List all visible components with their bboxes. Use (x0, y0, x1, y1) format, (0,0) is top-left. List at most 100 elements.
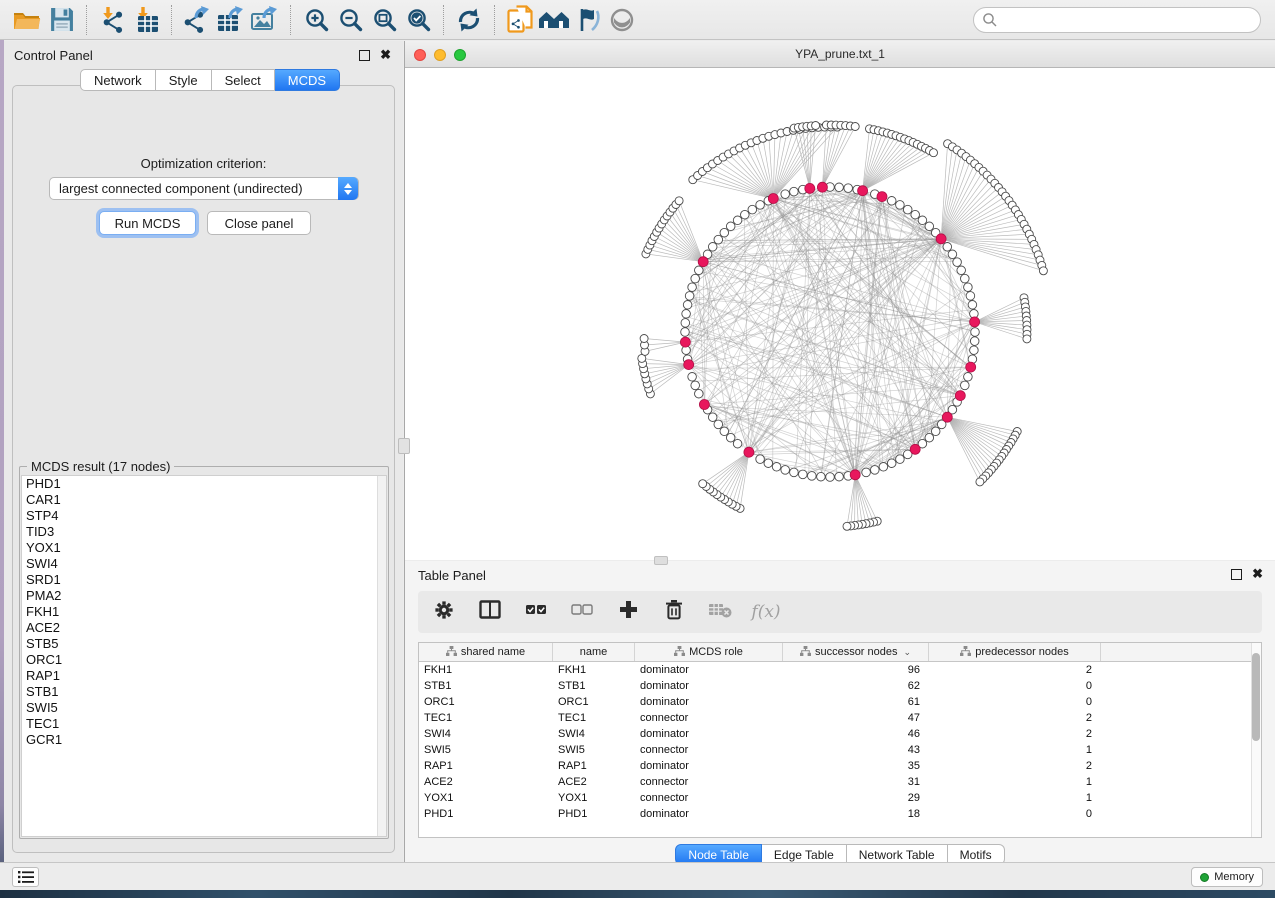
ring-node[interactable] (964, 283, 973, 292)
network-canvas[interactable] (405, 68, 1275, 560)
ring-node[interactable] (925, 222, 934, 231)
ring-node[interactable] (708, 243, 717, 252)
mcds-hub-node[interactable] (684, 360, 694, 370)
leaf-node[interactable] (976, 478, 984, 486)
ring-node[interactable] (835, 183, 844, 192)
mcds-result-item[interactable]: ORC1 (22, 652, 386, 668)
mcds-hub-node[interactable] (817, 182, 827, 192)
mcds-hub-node[interactable] (699, 400, 709, 410)
mcds-result-item[interactable]: STB1 (22, 684, 386, 700)
ring-node[interactable] (695, 266, 704, 275)
import-network-button[interactable] (95, 4, 129, 36)
table-scrollbar-thumb[interactable] (1252, 653, 1260, 741)
ring-node[interactable] (953, 258, 962, 267)
leaf-node[interactable] (851, 123, 859, 131)
float-table-panel-icon[interactable] (1231, 569, 1242, 580)
mcds-result-item[interactable]: CAR1 (22, 492, 386, 508)
leaf-node[interactable] (1039, 267, 1047, 275)
zoom-out-button[interactable] (333, 4, 367, 36)
ring-node[interactable] (726, 433, 735, 442)
ring-node[interactable] (943, 243, 952, 252)
ring-node[interactable] (741, 210, 750, 219)
ring-node[interactable] (948, 250, 957, 259)
mcds-hub-node[interactable] (970, 317, 980, 327)
column-header-shared-name[interactable]: shared name (419, 643, 553, 661)
ring-node[interactable] (817, 472, 826, 481)
mcds-hub-node[interactable] (744, 447, 754, 457)
float-panel-icon[interactable] (359, 50, 370, 61)
network-window-titlebar[interactable]: YPA_prune.txt_1 (405, 41, 1275, 68)
table-row[interactable]: SWI4SWI4dominator462 (419, 726, 1261, 742)
delete-columns-button[interactable] (662, 600, 686, 624)
column-header-predecessor-nodes[interactable]: predecessor nodes (929, 643, 1101, 661)
ring-node[interactable] (756, 455, 765, 464)
zoom-selected-button[interactable] (401, 4, 435, 36)
mcds-result-item[interactable]: TEC1 (22, 716, 386, 732)
ring-node[interactable] (790, 468, 799, 477)
ring-node[interactable] (964, 373, 973, 382)
export-table-button[interactable] (214, 4, 248, 36)
horizontal-split-grip[interactable] (654, 556, 668, 565)
ring-node[interactable] (720, 228, 729, 237)
ring-node[interactable] (720, 427, 729, 436)
vertical-split-grip[interactable] (398, 438, 410, 454)
mcds-hub-node[interactable] (966, 362, 976, 372)
ring-node[interactable] (968, 301, 977, 310)
ring-node[interactable] (826, 473, 835, 482)
leaf-node[interactable] (930, 149, 938, 157)
leaf-node[interactable] (1023, 335, 1031, 343)
ring-node[interactable] (896, 455, 905, 464)
zoom-fit-button[interactable] (367, 4, 401, 36)
ring-node[interactable] (931, 427, 940, 436)
ring-node[interactable] (764, 459, 773, 468)
ring-node[interactable] (726, 222, 735, 231)
mcds-hub-node[interactable] (936, 234, 946, 244)
mcds-result-item[interactable]: RAP1 (22, 668, 386, 684)
ring-node[interactable] (808, 472, 817, 481)
ring-node[interactable] (681, 319, 690, 328)
ring-node[interactable] (756, 201, 765, 210)
mcds-hub-node[interactable] (768, 194, 778, 204)
mcds-hub-node[interactable] (955, 391, 965, 401)
ring-node[interactable] (691, 274, 700, 283)
table-row[interactable]: YOX1YOX1connector291 (419, 790, 1261, 806)
ring-node[interactable] (966, 292, 975, 301)
save-session-button[interactable] (44, 4, 78, 36)
show-all-button[interactable] (537, 4, 571, 36)
mcds-hub-node[interactable] (680, 337, 690, 347)
table-row[interactable]: STB1STB1dominator620 (419, 678, 1261, 694)
hide-flagged-button[interactable] (571, 4, 605, 36)
mcds-hub-node[interactable] (910, 444, 920, 454)
leaf-node[interactable] (699, 480, 707, 488)
ring-node[interactable] (970, 346, 979, 355)
table-row[interactable]: ACE2ACE2connector311 (419, 774, 1261, 790)
ring-node[interactable] (879, 463, 888, 472)
tab-mcds[interactable]: MCDS (275, 69, 340, 91)
mcds-result-item[interactable]: SWI5 (22, 700, 386, 716)
show-columns-button[interactable] (478, 600, 502, 624)
ring-node[interactable] (862, 468, 871, 477)
ring-node[interactable] (971, 328, 980, 337)
mcds-result-item[interactable]: SWI4 (22, 556, 386, 572)
ring-node[interactable] (871, 466, 880, 475)
mcds-result-item[interactable]: ACE2 (22, 620, 386, 636)
ring-node[interactable] (961, 381, 970, 390)
mcds-result-item[interactable]: YOX1 (22, 540, 386, 556)
ring-node[interactable] (781, 190, 790, 199)
ring-node[interactable] (714, 235, 723, 244)
mcds-list-scrollbar[interactable] (377, 476, 386, 836)
ring-node[interactable] (772, 463, 781, 472)
tab-style[interactable]: Style (156, 69, 212, 91)
mcds-result-item[interactable]: GCR1 (22, 732, 386, 748)
ring-node[interactable] (688, 283, 697, 292)
tab-select[interactable]: Select (212, 69, 275, 91)
mcds-result-item[interactable]: PHD1 (22, 476, 386, 492)
ring-node[interactable] (844, 184, 853, 193)
memory-button[interactable]: Memory (1191, 867, 1263, 887)
ring-node[interactable] (970, 337, 979, 346)
leaf-node[interactable] (843, 522, 851, 530)
table-row[interactable]: TEC1TEC1connector472 (419, 710, 1261, 726)
ring-node[interactable] (887, 197, 896, 206)
ring-node[interactable] (733, 216, 742, 225)
ring-node[interactable] (961, 274, 970, 283)
